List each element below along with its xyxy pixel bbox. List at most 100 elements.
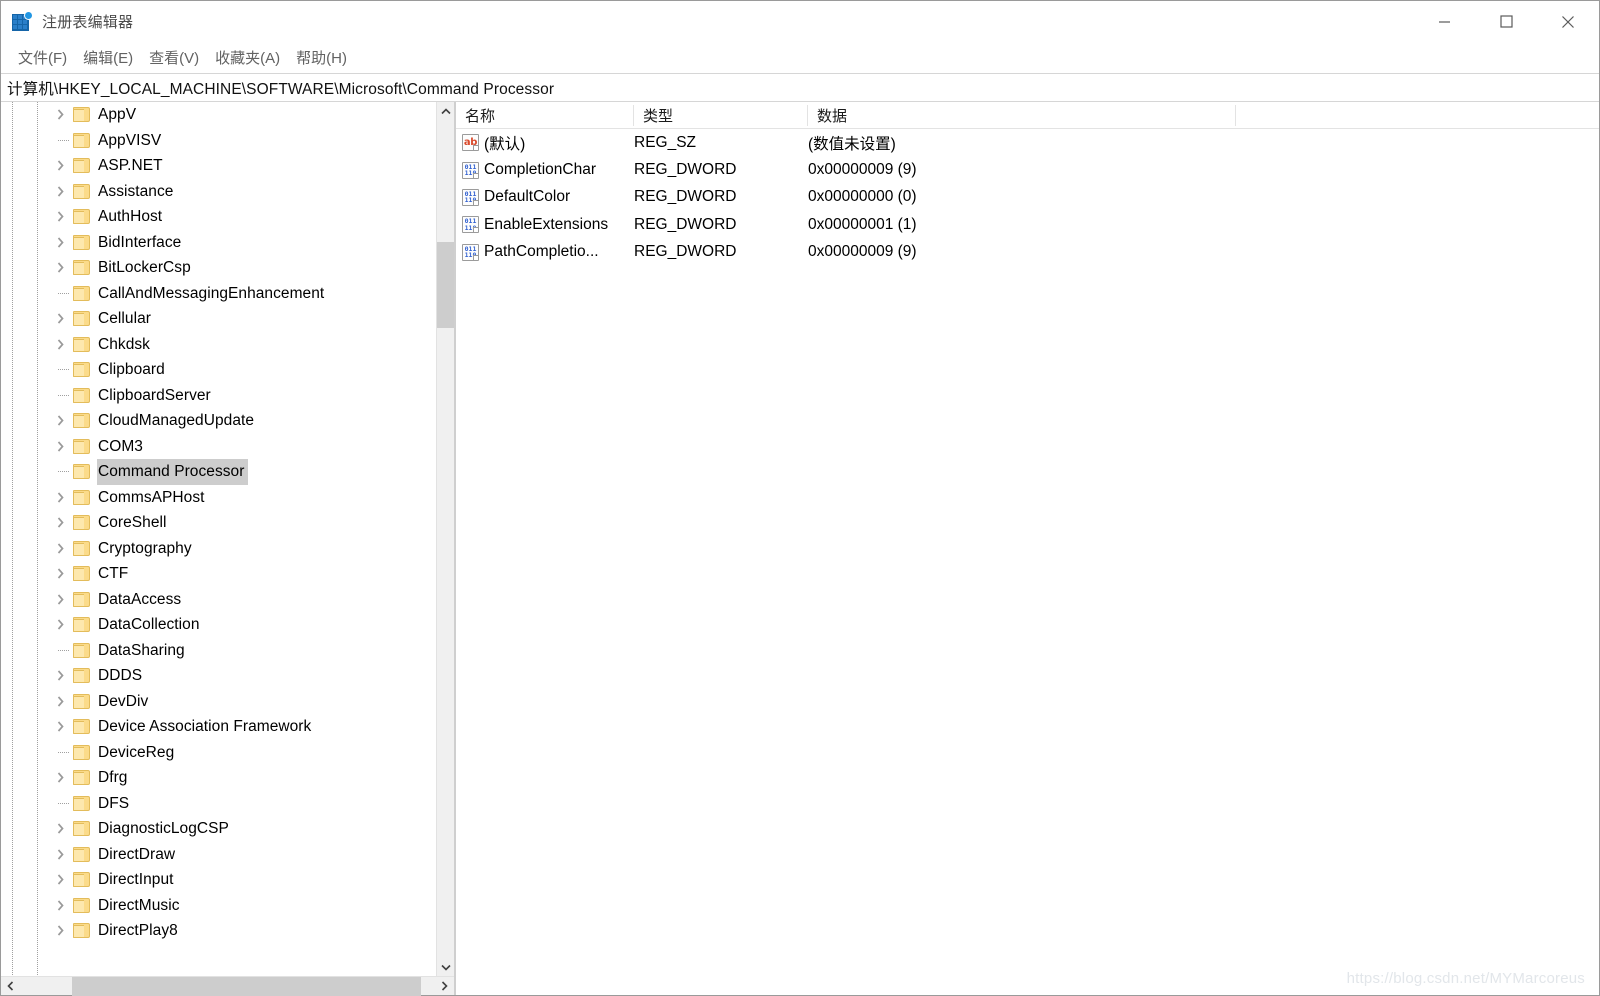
menu-favorites[interactable]: 收藏夹(A)	[207, 44, 288, 72]
tree-item-authhost[interactable]: AuthHost	[1, 204, 454, 230]
minimize-button[interactable]	[1413, 1, 1475, 42]
chevron-right-icon[interactable]	[51, 153, 69, 179]
close-button[interactable]	[1537, 1, 1599, 42]
chevron-right-icon[interactable]	[51, 867, 69, 893]
chevron-right-icon[interactable]	[51, 536, 69, 562]
chevron-right-icon[interactable]	[51, 255, 69, 281]
menu-view[interactable]: 查看(V)	[141, 44, 207, 72]
chevron-right-icon[interactable]	[51, 306, 69, 332]
tree-item-directmusic[interactable]: DirectMusic	[1, 893, 454, 919]
column-header-data[interactable]: 数据	[808, 102, 1236, 128]
tree-item-directinput[interactable]: DirectInput	[1, 867, 454, 893]
tree-item-commsaphost[interactable]: CommsAPHost	[1, 485, 454, 511]
chevron-right-icon[interactable]	[51, 842, 69, 868]
tree-item-datacollection[interactable]: DataCollection	[1, 612, 454, 638]
tree-vscroll-thumb[interactable]	[436, 242, 454, 328]
tree-item-datasharing[interactable]: DataSharing	[1, 638, 454, 664]
chevron-right-icon[interactable]	[51, 230, 69, 256]
tree-item-bitlockercsp[interactable]: BitLockerCsp	[1, 255, 454, 281]
chevron-right-icon[interactable]	[51, 765, 69, 791]
tree-item-assistance[interactable]: Assistance	[1, 179, 454, 205]
registry-values-pane: 名称 类型 数据 ab (默认) REG_SZ (数值未设置) 011 110 Comple…	[455, 102, 1599, 995]
chevron-right-icon[interactable]	[51, 204, 69, 230]
value-type: REG_DWORD	[634, 188, 737, 206]
tree-vscroll-track[interactable]	[436, 120, 454, 958]
tree-horizontal-scrollbar[interactable]	[1, 976, 454, 996]
tree-item-chkdsk[interactable]: Chkdsk	[1, 332, 454, 358]
registry-editor-window: 注册表编辑器 文件(F) 编辑(E) 查看(V) 收藏夹(A) 帮助(H) 计算…	[0, 0, 1600, 996]
tree-item-devicereg[interactable]: DeviceReg	[1, 740, 454, 766]
registry-tree[interactable]: AppV AppVISV ASP.NET Assistance AuthHost BidI…	[1, 102, 454, 976]
tree-item-coreshell[interactable]: CoreShell	[1, 510, 454, 536]
tree-item-callandmessagingenhancement[interactable]: CallAndMessagingEnhancement	[1, 281, 454, 307]
chevron-right-icon[interactable]	[51, 893, 69, 919]
chevron-right-icon[interactable]	[51, 510, 69, 536]
chevron-right-icon[interactable]	[51, 408, 69, 434]
tree-item-label: CTF	[98, 565, 129, 582]
menu-edit[interactable]: 编辑(E)	[75, 44, 141, 72]
menu-file[interactable]: 文件(F)	[10, 44, 75, 72]
column-header-type[interactable]: 类型	[634, 102, 808, 128]
column-header-name[interactable]: 名称	[456, 102, 634, 128]
tree-item-devdiv[interactable]: DevDiv	[1, 689, 454, 715]
chevron-left-icon[interactable]	[1, 977, 20, 996]
chevron-right-icon[interactable]	[51, 434, 69, 460]
tree-item-cellular[interactable]: Cellular	[1, 306, 454, 332]
maximize-button[interactable]	[1475, 1, 1537, 42]
tree-hscroll-thumb[interactable]	[72, 976, 421, 996]
tree-item-appvisv[interactable]: AppVISV	[1, 128, 454, 154]
tree-item-ddds[interactable]: DDDS	[1, 663, 454, 689]
table-row[interactable]: 011 110 CompletionChar REG_DWORD 0x00000009 …	[456, 156, 1599, 183]
tree-item-clipboardserver[interactable]: ClipboardServer	[1, 383, 454, 409]
tree-vertical-scrollbar[interactable]	[436, 102, 454, 976]
chevron-right-icon[interactable]	[51, 714, 69, 740]
chevron-right-icon[interactable]	[51, 485, 69, 511]
table-row[interactable]: ab (默认) REG_SZ (数值未设置)	[456, 129, 1599, 156]
chevron-right-icon[interactable]	[435, 977, 454, 996]
tree-item-appv[interactable]: AppV	[1, 102, 454, 128]
tree-item-cryptography[interactable]: Cryptography	[1, 536, 454, 562]
folder-icon	[73, 438, 90, 454]
tree-item-label: Cryptography	[98, 539, 192, 557]
tree-item-ctf[interactable]: CTF	[1, 561, 454, 587]
tree-item-bidinterface[interactable]: BidInterface	[1, 230, 454, 256]
tree-item-diagnosticlogcsp[interactable]: DiagnosticLogCSP	[1, 816, 454, 842]
chevron-up-icon[interactable]	[437, 102, 455, 120]
tree-item-dfs[interactable]: DFS	[1, 791, 454, 817]
value-name: (默认)	[484, 135, 526, 153]
table-row[interactable]: 011 110 PathCompletio... REG_DWORD 0x0000000…	[456, 239, 1599, 266]
chevron-right-icon[interactable]	[51, 689, 69, 715]
tree-item-com3[interactable]: COM3	[1, 434, 454, 460]
tree-connector	[58, 292, 69, 294]
tree-item-directplay8[interactable]: DirectPlay8	[1, 918, 454, 944]
chevron-right-icon[interactable]	[51, 587, 69, 613]
chevron-right-icon[interactable]	[51, 332, 69, 358]
chevron-right-icon[interactable]	[51, 612, 69, 638]
tree-item-label: CallAndMessagingEnhancement	[98, 284, 325, 302]
tree-item-clipboard[interactable]: Clipboard	[1, 357, 454, 383]
tree-item-label: DiagnosticLogCSP	[98, 820, 229, 837]
chevron-right-icon[interactable]	[51, 918, 69, 944]
chevron-right-icon[interactable]	[51, 663, 69, 689]
chevron-right-icon[interactable]	[51, 561, 69, 587]
tree-hscroll-track[interactable]	[20, 976, 435, 996]
chevron-down-icon[interactable]	[437, 958, 455, 976]
address-bar[interactable]: 计算机\HKEY_LOCAL_MACHINE\SOFTWARE\Microsof…	[1, 73, 1599, 102]
menu-help[interactable]: 帮助(H)	[288, 44, 355, 72]
chevron-right-icon[interactable]	[51, 816, 69, 842]
tree-item-label: DirectInput	[98, 871, 174, 888]
tree-item-dfrg[interactable]: Dfrg	[1, 765, 454, 791]
chevron-right-icon[interactable]	[51, 179, 69, 205]
tree-item-directdraw[interactable]: DirectDraw	[1, 842, 454, 868]
tree-connector	[58, 139, 69, 141]
folder-icon	[73, 413, 90, 428]
chevron-right-icon[interactable]	[51, 102, 69, 128]
tree-item-asp-net[interactable]: ASP.NET	[1, 153, 454, 179]
tree-item-cloudmanagedupdate[interactable]: CloudManagedUpdate	[1, 408, 454, 434]
table-row[interactable]: 011 110 DefaultColor REG_DWORD 0x00000000 (0…	[456, 184, 1599, 211]
tree-item-device-association-framework[interactable]: Device Association Framework	[1, 714, 454, 740]
tree-item-command-processor[interactable]: Command Processor	[1, 459, 454, 485]
table-row[interactable]: 011 110 EnableExtensions REG_DWORD 0x0000000…	[456, 211, 1599, 238]
values-list[interactable]: ab (默认) REG_SZ (数值未设置) 011 110 CompletionChar R…	[456, 129, 1599, 995]
tree-item-dataaccess[interactable]: DataAccess	[1, 587, 454, 613]
